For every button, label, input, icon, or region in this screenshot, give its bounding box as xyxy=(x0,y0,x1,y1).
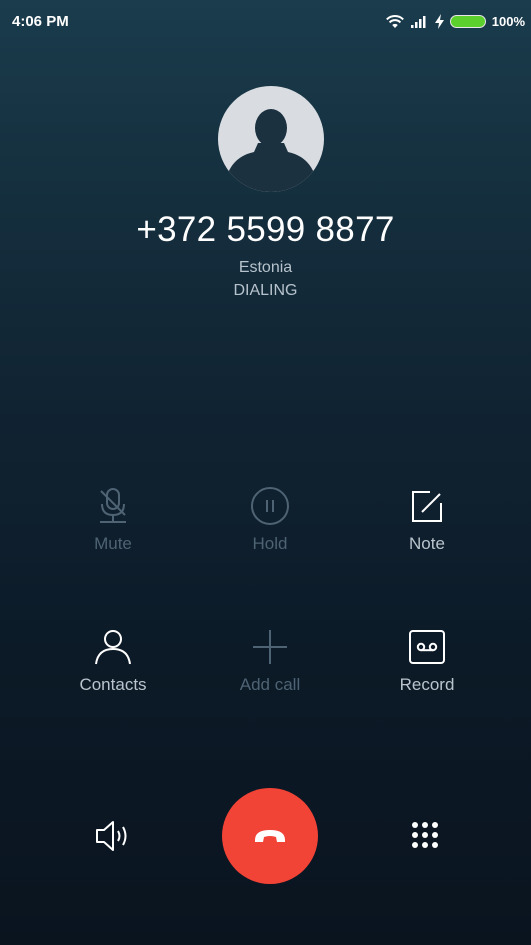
dialpad-dot xyxy=(412,832,418,838)
end-call-button[interactable] xyxy=(222,788,318,884)
status-bar: 4:06 PM 100% xyxy=(0,0,531,44)
add-call-button[interactable]: Add call xyxy=(210,627,330,695)
caller-avatar xyxy=(218,86,324,192)
contacts-button[interactable]: Contacts xyxy=(53,627,173,695)
mute-label: Mute xyxy=(94,534,132,553)
dialpad-dot xyxy=(432,842,438,848)
status-icons: 100% xyxy=(385,11,525,31)
dialpad-dot xyxy=(412,842,418,848)
caller-number: +372 5599 8877 xyxy=(136,210,395,249)
dialpad-dot xyxy=(412,822,418,828)
end-call-icon xyxy=(255,830,285,842)
signal-icon xyxy=(410,16,426,28)
contacts-label: Contacts xyxy=(79,675,147,694)
tape-icon xyxy=(409,630,445,664)
hold-label: Hold xyxy=(252,534,288,553)
status-time: 4:06 PM xyxy=(12,13,69,30)
battery-icon xyxy=(449,14,486,28)
plus-icon xyxy=(253,630,287,664)
call-state: DIALING xyxy=(233,282,298,299)
record-label: Record xyxy=(399,675,455,694)
person-silhouette-icon xyxy=(224,109,318,192)
dialpad-dot xyxy=(422,822,428,828)
dialpad-icon[interactable] xyxy=(412,822,438,848)
call-screen: 4:06 PM 100% +372 5599 8877 Estonia DIAL… xyxy=(0,0,531,945)
person-icon xyxy=(95,630,131,665)
caller-location: Estonia xyxy=(238,259,293,276)
note-icon xyxy=(412,491,442,522)
note-label: Note xyxy=(409,534,445,553)
note-button[interactable]: Note xyxy=(367,486,487,554)
speaker-icon[interactable] xyxy=(94,818,134,854)
charging-icon xyxy=(434,13,444,29)
dialpad-dot xyxy=(432,822,438,828)
add-call-label: Add call xyxy=(239,675,301,694)
mic-off-icon xyxy=(100,488,126,523)
hold-button[interactable]: Hold xyxy=(210,486,330,554)
pause-icon xyxy=(251,487,289,525)
battery-percent: 100% xyxy=(491,13,525,29)
dialpad-dot xyxy=(432,832,438,838)
dialpad-dot xyxy=(422,832,428,838)
mute-button[interactable]: Mute xyxy=(53,486,173,554)
wifi-icon xyxy=(385,15,404,28)
record-button[interactable]: Record xyxy=(367,627,487,695)
dialpad-dot xyxy=(422,842,428,848)
